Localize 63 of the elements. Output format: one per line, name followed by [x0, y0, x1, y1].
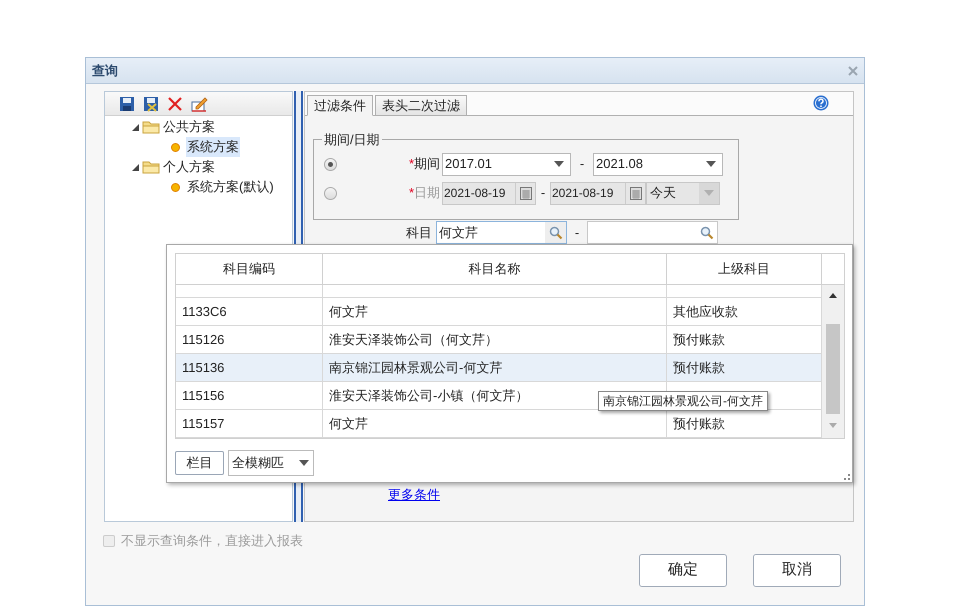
tree-item[interactable]: 个人方案: [163, 157, 215, 177]
table-cell: 何文芹: [323, 298, 667, 325]
table-row[interactable]: 115136 南京锦江园林景观公司-何文芹 预付账款: [176, 354, 822, 382]
group-title: 期间/日期: [323, 131, 381, 149]
folder-icon: [142, 120, 160, 134]
table-cell: 淮安天泽装饰公司（何文芹）: [323, 326, 667, 353]
table-row[interactable]: 115157 何文芹 预付账款: [176, 410, 822, 438]
tree-item[interactable]: 系统方案: [186, 137, 240, 157]
checkbox-label: 不显示查询条件，直接进入报表: [121, 532, 303, 550]
dot-icon: [171, 142, 180, 152]
dot-icon: [171, 182, 180, 192]
tab[interactable]: 过滤条件: [307, 95, 373, 116]
field-label: *日期: [409, 184, 439, 202]
field-label: *期间: [409, 155, 439, 174]
window-title: 查询: [92, 62, 118, 80]
tree-item[interactable]: 系统方案(默认): [186, 177, 275, 197]
range-separator: -: [540, 184, 546, 202]
columns-button[interactable]: 栏目: [175, 451, 224, 475]
save-icon[interactable]: [119, 96, 135, 112]
range-separator: -: [574, 224, 580, 242]
table-cell: 115157: [176, 410, 323, 437]
period-dropdown[interactable]: 2017.01: [442, 152, 571, 176]
table-row[interactable]: 1133C6 何文芹 其他应收款: [176, 298, 822, 326]
save-as-icon[interactable]: [143, 96, 159, 112]
range-separator: -: [578, 155, 586, 174]
edit-icon[interactable]: [191, 96, 208, 112]
match-mode-dropdown[interactable]: 全模糊匹: [228, 450, 314, 476]
period-dropdown[interactable]: 2021.08: [593, 152, 723, 176]
subject-field[interactable]: [587, 221, 718, 244]
expand-triangle-icon[interactable]: [132, 124, 139, 130]
caret-icon: [299, 460, 309, 466]
tooltip: 南京锦江园林景观公司-何文芹: [598, 391, 768, 411]
resize-grip-icon[interactable]: [844, 474, 850, 480]
search-icon: [548, 226, 562, 240]
table-row[interactable]: 115126 淮安天泽装饰公司（何文芹） 预付账款: [176, 326, 822, 354]
calendar-icon: [630, 186, 642, 200]
table-cell: 115156: [176, 382, 323, 409]
search-icon: [700, 226, 714, 240]
calendar-icon: [520, 186, 532, 200]
caret-icon: [554, 161, 564, 167]
tree-item[interactable]: 公共方案: [163, 117, 215, 137]
scroll-up-arrow-icon[interactable]: [829, 293, 837, 298]
table-cell: 115136: [176, 354, 323, 381]
dialog-button[interactable]: 取消: [753, 554, 841, 586]
field-label: 科目: [406, 224, 432, 242]
caret-icon: [704, 190, 714, 196]
caret-icon: [706, 161, 716, 167]
column-header[interactable]: 科目名称: [323, 254, 667, 284]
more-conditions-link[interactable]: 更多条件: [388, 484, 440, 504]
column-header[interactable]: 上级科目: [667, 254, 822, 284]
dialog-button[interactable]: 确定: [639, 554, 727, 586]
column-header[interactable]: 科目编码: [176, 254, 323, 284]
subject-field[interactable]: 何文芹: [436, 221, 567, 244]
table-cell: 1133C6: [176, 298, 323, 325]
scrollbar[interactable]: [822, 285, 844, 438]
radio-button[interactable]: [324, 158, 337, 170]
delete-icon[interactable]: [167, 96, 183, 112]
help-icon[interactable]: [813, 95, 829, 111]
table-cell: 南京锦江园林景观公司-何文芹: [323, 354, 667, 381]
folder-icon: [142, 160, 160, 174]
tab[interactable]: 表头二次过滤: [375, 95, 467, 116]
expand-triangle-icon[interactable]: [132, 164, 139, 170]
table-cell: 115126: [176, 326, 323, 353]
